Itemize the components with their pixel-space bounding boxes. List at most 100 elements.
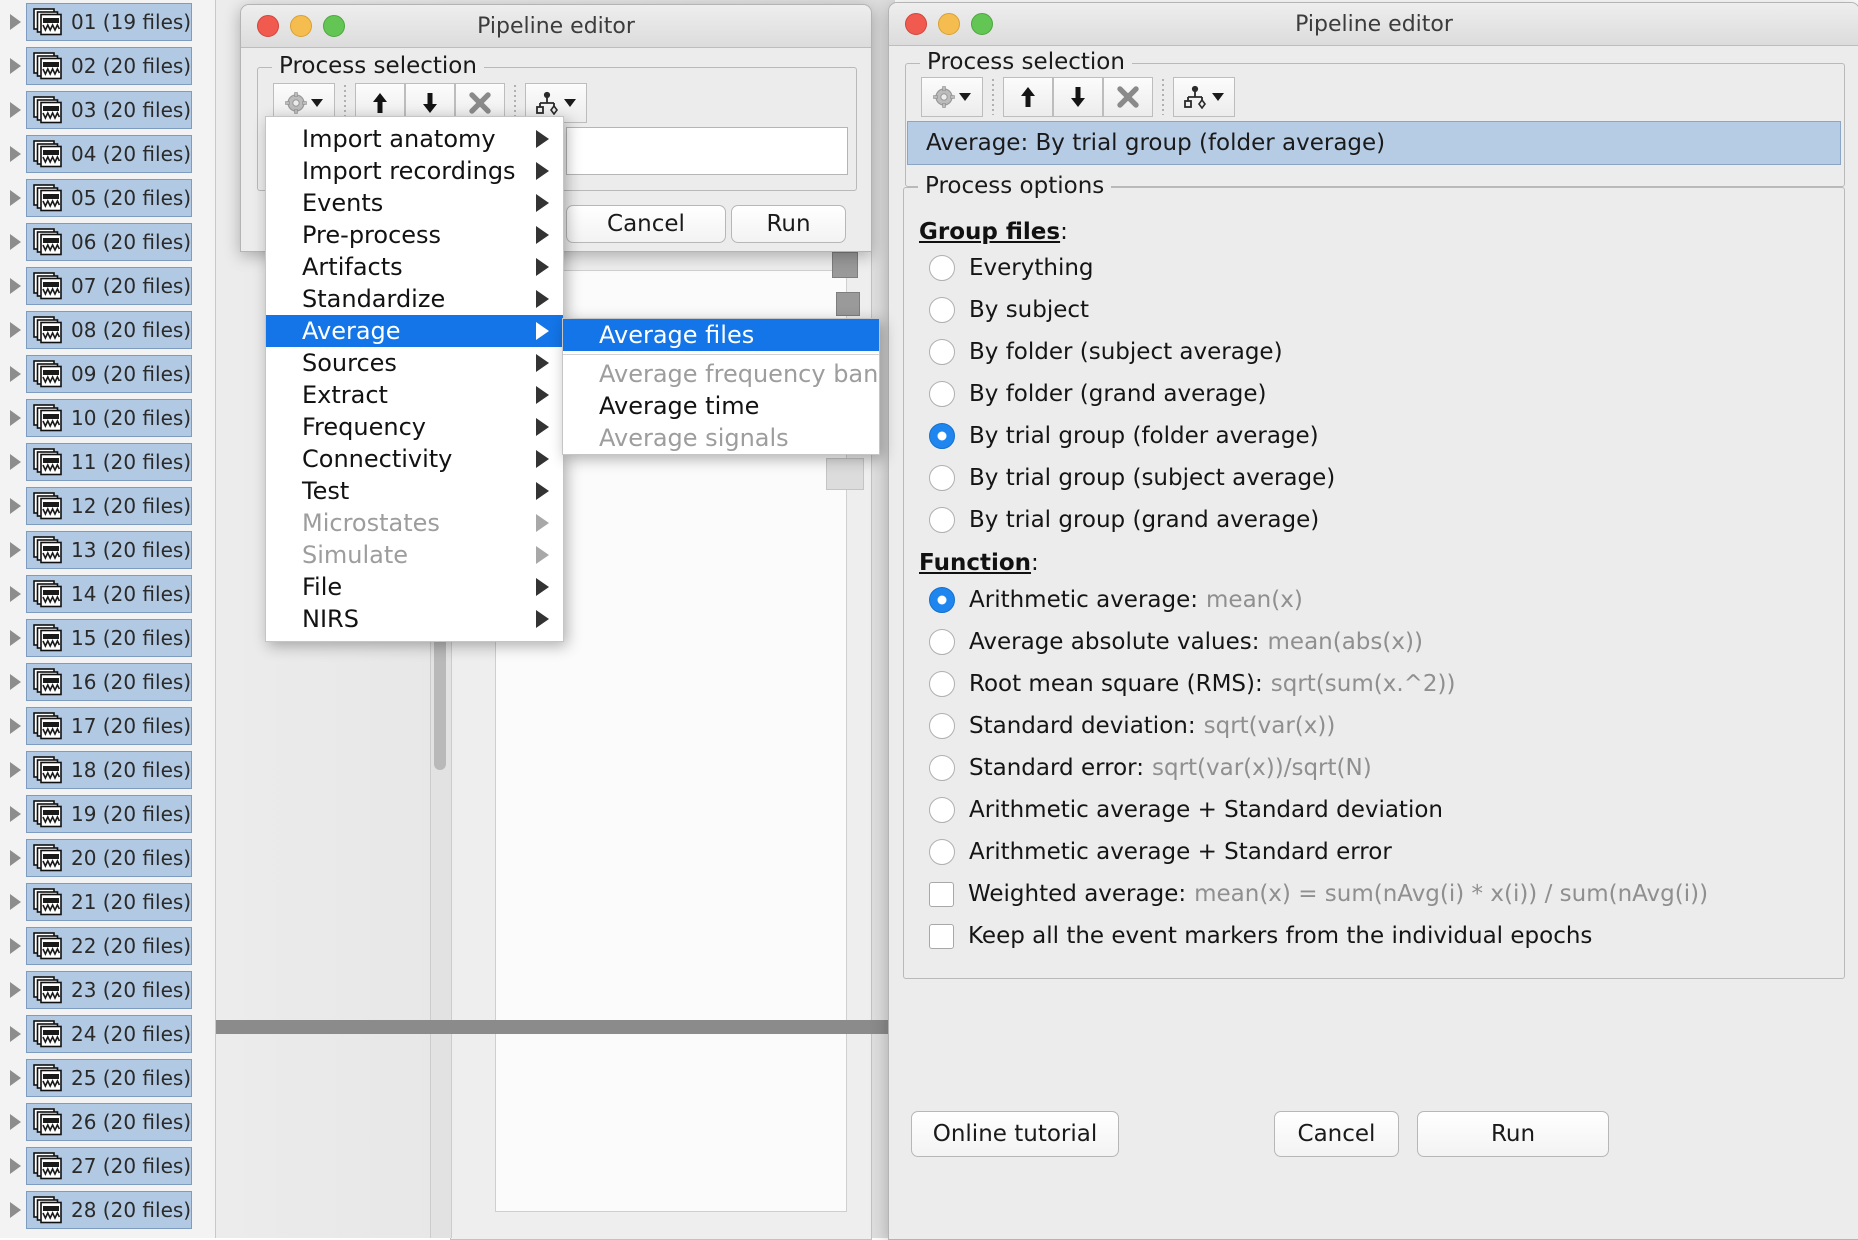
expand-arrow-icon[interactable] (4, 396, 26, 440)
menu-item-events[interactable]: Events (266, 187, 563, 219)
tree-row[interactable]: 11 (20 files) (0, 440, 215, 484)
tree-item[interactable]: 17 (20 files) (26, 707, 193, 745)
checkbox[interactable] (929, 923, 954, 949)
tree-item[interactable]: 10 (20 files) (26, 399, 193, 437)
group-files-option[interactable]: By subject (929, 289, 1829, 331)
tree-item[interactable]: 24 (20 files) (26, 1015, 193, 1053)
expand-arrow-icon[interactable] (4, 528, 26, 572)
tree-item[interactable]: 16 (20 files) (26, 663, 193, 701)
function-option[interactable]: Keep all the event markers from the indi… (929, 915, 1849, 957)
tree-item[interactable]: 09 (20 files) (26, 355, 193, 393)
tree-row[interactable]: 09 (20 files) (0, 352, 215, 396)
tree-item[interactable]: 11 (20 files) (26, 443, 193, 481)
expand-arrow-icon[interactable] (4, 1056, 26, 1100)
radio-button[interactable] (929, 755, 955, 781)
menu-item-standardize[interactable]: Standardize (266, 283, 563, 315)
radio-button[interactable] (929, 839, 955, 865)
tree-item[interactable]: 03 (20 files) (26, 91, 193, 129)
expand-arrow-icon[interactable] (4, 1188, 26, 1232)
file-tree-panel[interactable]: 01 (19 files) 02 (20 files) 03 (20 files… (0, 0, 216, 1238)
tree-row[interactable]: 02 (20 files) (0, 44, 215, 88)
expand-arrow-icon[interactable] (4, 264, 26, 308)
tree-row[interactable]: 19 (20 files) (0, 792, 215, 836)
function-option[interactable]: Weighted average: mean(x) = sum(nAvg(i) *… (929, 873, 1849, 915)
close-button[interactable] (257, 15, 279, 37)
tree-item[interactable]: 01 (19 files) (26, 3, 193, 41)
process-toolbar-right[interactable] (921, 77, 1235, 117)
expand-arrow-icon[interactable] (4, 836, 26, 880)
minimize-button[interactable] (290, 15, 312, 37)
menu-item-pre-process[interactable]: Pre-process (266, 219, 563, 251)
radio-button[interactable] (929, 465, 955, 491)
menu-item-test[interactable]: Test (266, 475, 563, 507)
tree-item[interactable]: 22 (20 files) (26, 927, 193, 965)
tree-row[interactable]: 15 (20 files) (0, 616, 215, 660)
group-files-option[interactable]: By folder (subject average) (929, 331, 1829, 373)
tree-item[interactable]: 14 (20 files) (26, 575, 193, 613)
expand-arrow-icon[interactable] (4, 1100, 26, 1144)
radio-button[interactable] (929, 423, 955, 449)
tree-row[interactable]: 27 (20 files) (0, 1144, 215, 1188)
tree-item[interactable]: 18 (20 files) (26, 751, 193, 789)
run-button-left[interactable]: Run (731, 205, 846, 243)
expand-arrow-icon[interactable] (4, 968, 26, 1012)
expand-arrow-icon[interactable] (4, 44, 26, 88)
tree-row[interactable]: 01 (19 files) (0, 0, 215, 44)
menu-item-frequency[interactable]: Frequency (266, 411, 563, 443)
expand-arrow-icon[interactable] (4, 220, 26, 264)
expand-arrow-icon[interactable] (4, 0, 26, 44)
tree-row[interactable]: 22 (20 files) (0, 924, 215, 968)
expand-arrow-icon[interactable] (4, 176, 26, 220)
maximize-button[interactable] (971, 13, 993, 35)
tree-row[interactable]: 18 (20 files) (0, 748, 215, 792)
radio-button[interactable] (929, 297, 955, 323)
tree-row[interactable]: 17 (20 files) (0, 704, 215, 748)
tree-item[interactable]: 12 (20 files) (26, 487, 193, 525)
move-down-button-right[interactable] (1053, 77, 1103, 117)
expand-arrow-icon[interactable] (4, 484, 26, 528)
titlebar-left[interactable]: Pipeline editor (241, 5, 871, 48)
menu-item-nirs[interactable]: NIRS (266, 603, 563, 635)
expand-arrow-icon[interactable] (4, 704, 26, 748)
tree-item[interactable]: 20 (20 files) (26, 839, 193, 877)
function-option[interactable]: Standard deviation: sqrt(var(x)) (929, 705, 1849, 747)
process-gear-menu-button-right[interactable] (921, 77, 983, 117)
function-option[interactable]: Arithmetic average + Standard deviation (929, 789, 1849, 831)
tree-row[interactable]: 05 (20 files) (0, 176, 215, 220)
tree-item[interactable]: 07 (20 files) (26, 267, 193, 305)
minimize-button[interactable] (938, 13, 960, 35)
tree-item[interactable]: 13 (20 files) (26, 531, 193, 569)
selected-process-row[interactable]: Average: By trial group (folder average) (907, 121, 1841, 165)
function-option[interactable]: Standard error: sqrt(var(x))/sqrt(N) (929, 747, 1849, 789)
group-files-option[interactable]: By trial group (grand average) (929, 499, 1829, 541)
expand-arrow-icon[interactable] (4, 792, 26, 836)
radio-button[interactable] (929, 671, 955, 697)
tree-row[interactable]: 21 (20 files) (0, 880, 215, 924)
radio-button[interactable] (929, 381, 955, 407)
group-files-option[interactable]: Everything (929, 247, 1829, 289)
checkbox[interactable] (929, 881, 954, 907)
tree-item[interactable]: 06 (20 files) (26, 223, 193, 261)
close-button[interactable] (905, 13, 927, 35)
menu-item-import-recordings[interactable]: Import recordings (266, 155, 563, 187)
expand-arrow-icon[interactable] (4, 660, 26, 704)
tree-row[interactable]: 26 (20 files) (0, 1100, 215, 1144)
tree-row[interactable]: 23 (20 files) (0, 968, 215, 1012)
radio-button[interactable] (929, 587, 955, 613)
radio-button[interactable] (929, 713, 955, 739)
expand-arrow-icon[interactable] (4, 880, 26, 924)
tree-row[interactable]: 28 (20 files) (0, 1188, 215, 1232)
expand-arrow-icon[interactable] (4, 572, 26, 616)
expand-arrow-icon[interactable] (4, 440, 26, 484)
move-up-button-right[interactable] (1003, 77, 1053, 117)
function-option[interactable]: Average absolute values: mean(abs(x)) (929, 621, 1849, 663)
tree-item[interactable]: 25 (20 files) (26, 1059, 193, 1097)
pipeline-editor-window-right[interactable]: Pipeline editor Process selection Averag… (888, 2, 1858, 1240)
tree-row[interactable]: 10 (20 files) (0, 396, 215, 440)
online-tutorial-button[interactable]: Online tutorial (911, 1111, 1119, 1157)
tree-item[interactable]: 27 (20 files) (26, 1147, 193, 1185)
average-submenu[interactable]: Average files Average frequency bands Aver… (562, 318, 880, 455)
tree-item[interactable]: 23 (20 files) (26, 971, 193, 1009)
tree-row[interactable]: 20 (20 files) (0, 836, 215, 880)
function-option[interactable]: Arithmetic average: mean(x) (929, 579, 1849, 621)
